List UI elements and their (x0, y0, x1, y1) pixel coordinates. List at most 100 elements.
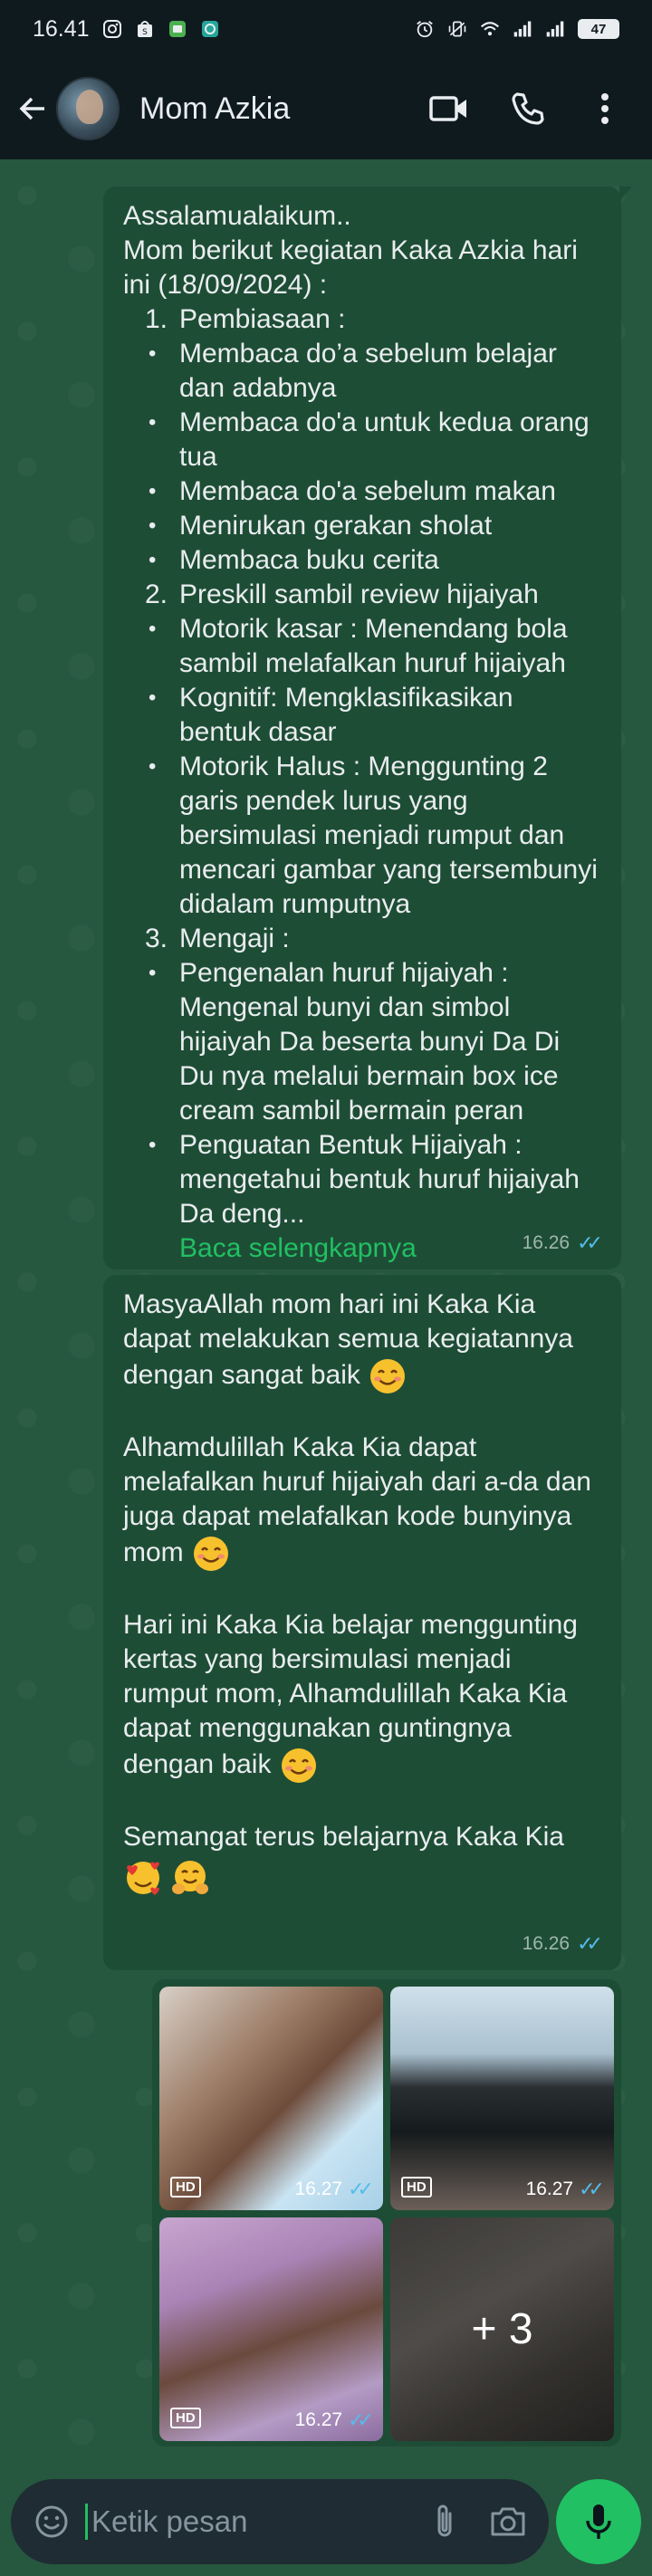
photo-time: 16.27 ✓✓ (295, 2408, 374, 2432)
message-paragraph: Alhamdulillah Kaka Kia dapat melafalkan … (123, 1431, 601, 1574)
read-ticks-icon: ✓✓ (348, 2178, 374, 2200)
mic-icon[interactable] (556, 2479, 641, 2564)
status-time: 16.41 (33, 15, 90, 42)
message-paragraph: Semangat terus belajarnya Kaka Kia (123, 1820, 601, 1854)
composer-bar: Ketik pesan (0, 2467, 652, 2576)
list-item-text: Membaca do’a sebelum belajar dan adabnya (179, 339, 557, 403)
camera-icon[interactable] (487, 2501, 529, 2542)
message-text: Hari ini Kaka Kia belajar menggunting ke… (123, 1610, 578, 1779)
chat-header: Mom Azkia (0, 58, 652, 159)
read-ticks-icon: ✓✓ (577, 1932, 603, 1955)
message-time: 16.26 (522, 1232, 570, 1253)
status-bar: 16.41 S 47 (0, 0, 652, 58)
list-number: 1. (145, 304, 168, 334)
photo-time-text: 16.27 (294, 2179, 343, 2199)
shopee-icon: S (135, 19, 155, 39)
bullet-item: Pengenalan huruf hijaiyah : Mengenal bun… (123, 956, 601, 1128)
more-photos-count[interactable]: + 3 (390, 2217, 614, 2441)
read-ticks-icon: ✓✓ (348, 2408, 374, 2431)
list-item-text: Motorik kasar : Menendang bola sambil me… (179, 614, 568, 678)
chat-area[interactable]: Assalamualaikum.. Mom berikut kegiatan K… (0, 159, 652, 2467)
contact-name[interactable]: Mom Azkia (139, 91, 290, 127)
message-paragraph: Hari ini Kaka Kia belajar menggunting ke… (123, 1608, 601, 1786)
list-item-text: Membaca do'a sebelum makan (179, 476, 556, 506)
message-greeting: Assalamualaikum.. (123, 201, 351, 231)
bullet-item: Membaca do'a sebelum makan (123, 474, 601, 509)
instagram-icon (102, 19, 122, 39)
bullet-item: Membaca do'a untuk kedua orang tua (123, 406, 601, 474)
attach-icon[interactable] (424, 2501, 465, 2542)
message-input[interactable]: Ketik pesan (85, 2504, 402, 2540)
photo-thumbnail[interactable]: HD 16.27 ✓✓ (159, 2217, 383, 2441)
list-item-text: Pengenalan huruf hijaiyah : Mengenal bun… (179, 958, 561, 1125)
list-item-text: Menirukan gerakan sholat (179, 511, 493, 541)
bullet-item: Membaca do’a sebelum belajar dan adabnya (123, 337, 601, 406)
list-item-text: Mengaji : (179, 924, 290, 953)
signal-icon (545, 19, 565, 39)
hd-badge: HD (170, 2408, 201, 2428)
message-text: MasyaAllah mom hari ini Kaka Kia dapat m… (123, 1289, 573, 1390)
photo-time-text: 16.27 (294, 2409, 343, 2430)
photo-thumbnail[interactable]: HD 16.27 ✓✓ (159, 1987, 383, 2210)
numbered-item: 2. Preskill sambil review hijaiyah (123, 578, 601, 612)
messages-icon (168, 19, 187, 39)
media-album[interactable]: HD 16.27 ✓✓ HD 16.27 ✓✓ HD 16.27 ✓✓ + 3 (152, 1979, 621, 2447)
more-vert-icon[interactable] (585, 89, 625, 129)
activity-list: 1. Pembiasaan : Membaca do’a sebelum belaj… (123, 302, 601, 1231)
header-actions (429, 89, 638, 129)
list-item-text: Membaca buku cerita (179, 545, 439, 575)
message-paragraph: MasyaAllah mom hari ini Kaka Kia dapat m… (123, 1288, 601, 1396)
numbered-item: 3. Mengaji : (123, 922, 601, 956)
phone-icon[interactable] (507, 89, 547, 129)
battery-indicator: 47 (578, 19, 619, 39)
avatar[interactable] (56, 77, 120, 140)
emoji-icon[interactable] (31, 2501, 72, 2542)
smiling-face-emoji-icon (368, 1356, 408, 1396)
message-intro: Mom berikut kegiatan Kaka Azkia hari ini… (123, 235, 578, 300)
message-time: 16.26 (522, 1933, 570, 1954)
signal-icon (513, 19, 532, 39)
status-left: 16.41 S (33, 16, 220, 43)
read-ticks-icon: ✓✓ (579, 2178, 605, 2200)
list-item-text: Membaca do'a untuk kedua orang tua (179, 407, 590, 472)
status-right: 47 (415, 19, 619, 39)
read-ticks-icon: ✓✓ (577, 1231, 603, 1254)
list-number: 2. (145, 579, 168, 609)
photo-time: 16.27 ✓✓ (295, 2178, 374, 2201)
svg-text:S: S (142, 28, 148, 37)
bullet-item: Kognitif: Mengklasifikasikan bentuk dasa… (123, 681, 601, 750)
smiling-face-emoji-icon (191, 1534, 231, 1574)
bullet-item: Menirukan gerakan sholat (123, 509, 601, 543)
list-number: 3. (145, 924, 168, 953)
message-text: Semangat terus belajarnya Kaka Kia (123, 1822, 564, 1852)
hd-badge: HD (401, 2177, 432, 2198)
numbered-item: 1. Pembiasaan : (123, 302, 601, 337)
hugging-face-emoji-icon (170, 1858, 210, 1898)
list-item-text: Motorik Halus : Menggunting 2 garis pend… (179, 752, 598, 919)
list-item-text: Penguatan Bentuk Hijaiyah : mengetahui b… (179, 1130, 580, 1229)
wifi-icon (480, 19, 500, 39)
emoji-row (123, 1858, 601, 1898)
read-more-link[interactable]: Baca selengkapnya (179, 1233, 417, 1263)
chat-icon (200, 19, 220, 39)
message-input-pill: Ketik pesan (11, 2479, 550, 2564)
message-meta: 16.26 ✓✓ (523, 1226, 603, 1260)
photo-thumbnail-more[interactable]: + 3 (390, 2217, 614, 2441)
bullet-item: Penguatan Bentuk Hijaiyah : mengetahui b… (123, 1128, 601, 1231)
message-bubble[interactable]: Assalamualaikum.. Mom berikut kegiatan K… (103, 187, 632, 1269)
message-bubble[interactable]: MasyaAllah mom hari ini Kaka Kia dapat m… (103, 1275, 621, 1970)
alarm-icon (415, 19, 435, 39)
list-item-text: Kognitif: Mengklasifikasikan bentuk dasa… (179, 683, 513, 747)
bullet-item: Membaca buku cerita (123, 543, 601, 578)
back-arrow-icon[interactable] (14, 91, 51, 127)
message-meta: 16.26 ✓✓ (523, 1927, 603, 1961)
bullet-item: Motorik kasar : Menendang bola sambil me… (123, 612, 601, 681)
smiling-face-emoji-icon (279, 1746, 319, 1786)
video-call-icon[interactable] (429, 89, 469, 129)
photo-time-text: 16.27 (525, 2179, 574, 2199)
photo-thumbnail[interactable]: HD 16.27 ✓✓ (390, 1987, 614, 2210)
bullet-item: Motorik Halus : Menggunting 2 garis pend… (123, 750, 601, 922)
